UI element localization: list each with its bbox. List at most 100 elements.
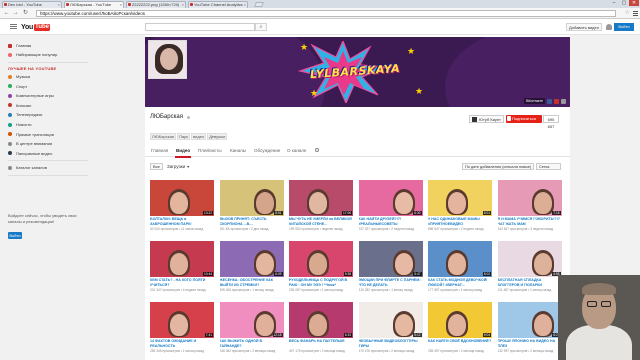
video-title-link[interactable]: НЕОБЫЧНЫЕ ВИДЕОБЛОГГЕРЫ ТИРЫ bbox=[359, 339, 423, 349]
video-card[interactable]: 8:02 КАК СТАТЬ МОДНОЙ ДЕВОЧКОЙ/ЛЮБОЙ? #ВЕ… bbox=[428, 241, 492, 297]
facebook-icon[interactable] bbox=[547, 98, 552, 104]
sidebar-item-sport[interactable]: Спорт bbox=[8, 83, 27, 90]
back-arrow-icon[interactable]: ← bbox=[3, 10, 10, 17]
sidebar-item-music[interactable]: Музыка bbox=[8, 73, 30, 80]
video-card[interactable]: 8:27 ПРОШУ ЯПОНИЮ НА ВИДЕО НА ПЛЕЗ 132 997… bbox=[497, 302, 562, 358]
channel-tag[interactable]: Парк bbox=[176, 133, 191, 140]
maximize-icon[interactable]: ▢ bbox=[619, 0, 629, 6]
uploads-dropdown[interactable]: Загрузки bbox=[167, 164, 189, 169]
video-thumbnail[interactable]: 13:22 bbox=[150, 180, 214, 216]
browser-menu-icon[interactable] bbox=[633, 11, 638, 16]
all-filter-button[interactable]: Все bbox=[150, 163, 163, 170]
sidebar-item-home[interactable]: Главная bbox=[8, 42, 31, 49]
banner-link-vk[interactable]: ВКонтакте bbox=[524, 98, 545, 104]
video-title-link[interactable]: ЭМОЦИИ ПРИ ФЛИРТЕ С ПАРНЕМ : ЧТО НЕ ДЕЛА… bbox=[359, 278, 423, 288]
video-title-link[interactable]: КАК НАЙТИ СВОЁ ВДОХНОВЕНИЕ? bbox=[428, 339, 492, 349]
sidebar-item-catalog[interactable]: Каталог каналов bbox=[8, 164, 47, 171]
tab-discussion[interactable]: Обсуждение bbox=[254, 148, 280, 153]
video-title-link[interactable]: ВЕСЬ ФАНАРЬ НА ПАУТЕЛЬКЕ bbox=[289, 339, 353, 349]
grid-view-select[interactable]: Сетка bbox=[536, 163, 561, 170]
close-window-icon[interactable]: ✕ bbox=[629, 0, 639, 6]
video-thumbnail[interactable]: 9:38 bbox=[289, 241, 353, 277]
sidebar-item-movies[interactable]: Кинозал bbox=[8, 102, 31, 109]
channel-avatar[interactable] bbox=[148, 40, 187, 79]
channel-tag[interactable]: ЛЮБарская bbox=[150, 133, 176, 140]
video-thumbnail[interactable]: 9:04 bbox=[428, 302, 492, 338]
add-video-button[interactable]: Добавить видео bbox=[566, 23, 602, 31]
browser-tab[interactable]: 22222222.png (1280×720) × bbox=[126, 1, 186, 8]
channel-tag[interactable]: Девушки bbox=[207, 133, 228, 140]
video-thumbnail[interactable]: 17:06 bbox=[289, 180, 353, 216]
tab-about[interactable]: О канале bbox=[287, 148, 306, 153]
video-card[interactable]: 6:33 ВЕСЬ ФАНАРЬ НА ПАУТЕЛЬКЕ 407 175 прос… bbox=[289, 302, 353, 358]
video-thumbnail[interactable]: 10:44 bbox=[150, 241, 214, 277]
channel-title[interactable]: ЛЮБарская bbox=[150, 114, 183, 120]
youtube-icon[interactable] bbox=[554, 98, 559, 104]
minimize-icon[interactable]: – bbox=[609, 0, 619, 6]
video-title-link[interactable]: 14 ФАКТОВ ОЖИДАНИЕ И РЕАЛЬНОСТЬ bbox=[150, 339, 214, 349]
video-title-link[interactable]: РУХОДЕЛЬНИЦА С ПОДРУГОЙ В РАЮ : ОН МУ ЭЭ… bbox=[289, 278, 353, 288]
address-bar[interactable]: https://www.youtube.com/user/ЛюБАйоРская… bbox=[36, 10, 616, 17]
video-title-link[interactable]: КАК НАЙТИ ДРУЗЕЙ?!?! #РЕАЛЬНЫЕСОВЕТЫ bbox=[359, 217, 423, 227]
video-card[interactable]: 9:38 РУХОДЕЛЬНИЦА С ПОДРУГОЙ В РАЮ : ОН М… bbox=[289, 241, 353, 297]
video-thumbnail[interactable]: 7:15 bbox=[497, 180, 562, 216]
video-card[interactable]: 13:22 БОЛТАЛКИ: ВЕЩЬ в ЗАБРОШЕННОМ ПАРК! 5… bbox=[150, 180, 214, 236]
video-thumbnail[interactable]: 5:01 bbox=[428, 180, 492, 216]
search-input[interactable] bbox=[145, 23, 255, 31]
tab-close-icon[interactable]: × bbox=[244, 2, 246, 7]
video-card[interactable]: 8:51 ВЫЗОВ ПРИНЯТ: СЪЕСТЬ СКОРПИОНА ...В.… bbox=[219, 180, 284, 236]
channel-search-icon[interactable] bbox=[315, 148, 319, 152]
video-thumbnail[interactable]: 6:30 bbox=[358, 180, 423, 216]
video-thumbnail[interactable]: 6:33 bbox=[289, 302, 353, 338]
video-card[interactable]: 10:44 КЕМ СТАТЬ? - НА КОГО ПОЙТИ УЧИТЬСЯ?… bbox=[150, 241, 214, 297]
browser-tab[interactable]: YouTube Channel Analytics × bbox=[188, 1, 248, 8]
video-title-link[interactable]: ВЫЗОВ ПРИНЯТ: СЪЕСТЬ СКОРПИОНА ...В.... bbox=[220, 217, 284, 227]
channel-tag[interactable]: видео bbox=[191, 133, 207, 140]
search-icon[interactable]: ⌕ bbox=[255, 23, 267, 31]
video-title-link[interactable]: КЕМ СТАТЬ? - НА КОГО ПОЙТИ УЧИТЬСЯ? bbox=[150, 278, 214, 288]
sidebar-item-news[interactable]: Новости bbox=[8, 121, 31, 128]
video-thumbnail[interactable]: 8:02 bbox=[428, 241, 492, 277]
video-thumbnail[interactable]: 5:12 bbox=[358, 302, 423, 338]
video-title-link[interactable]: БОЛТАЛКИ: ВЕЩЬ в ЗАБРОШЕННОМ ПАРК! bbox=[150, 217, 214, 227]
browser-tab[interactable]: ЛЮБарская - YouTube × bbox=[64, 1, 124, 8]
video-title-link[interactable]: Я И МАМА УЧИМСЯ ГОВОРИТЬ!?!?ЧАТ ЖАТЬ МАМ bbox=[498, 217, 562, 227]
video-card[interactable]: 9:04 КАК НАЙТИ СВОЁ ВДОХНОВЕНИЕ? 255 497 п… bbox=[428, 302, 492, 358]
video-card[interactable]: 4:55 БЕСПЛАТНАЯ СПЛАДКА БЛОГГЕРОВ И ГЮЛАР… bbox=[497, 241, 562, 297]
signin-button[interactable]: Войти bbox=[614, 23, 634, 31]
sidebar-item-spotlight[interactable]: В центре внимания bbox=[8, 140, 52, 147]
video-card[interactable]: 5:01 У НАС ОДИНАКОВЫЕ МАМЫ #ПРИЯТНОЕВИДЕО… bbox=[428, 180, 492, 236]
video-title-link[interactable]: БЕСПЛАТНАЯ СПЛАДКА БЛОГГЕРОВ И ГЮЛАРКИ bbox=[498, 278, 562, 288]
video-card[interactable]: 5:12 НЕОБЫЧНЫЕ ВИДЕОБЛОГГЕРЫ ТИРЫ 170 476 … bbox=[358, 302, 423, 358]
video-card[interactable]: 6:30 КАК НАЙТИ ДРУЗЕЙ?!?! #РЕАЛЬНЫЕСОВЕТЫ… bbox=[358, 180, 423, 236]
video-thumbnail[interactable]: 7:41 bbox=[150, 302, 214, 338]
video-card[interactable]: 6:09 ЖЕСЕНКА: ОБОСТРЕНИЕ КАК ВЫЙТИ ИЗ СТР… bbox=[219, 241, 284, 297]
link-icon[interactable] bbox=[561, 98, 566, 104]
forward-arrow-icon[interactable]: → bbox=[12, 10, 19, 17]
tab-close-icon[interactable]: × bbox=[120, 2, 122, 7]
notifications-bell-icon[interactable] bbox=[606, 24, 612, 30]
video-title-link[interactable]: У НАС ОДИНАКОВЫЕ МАМЫ #ПРИЯТНОЕВИДЕО bbox=[428, 217, 492, 227]
video-title-link[interactable]: КАК ВЫЖИТЬ ОДНОЙ В ТАЙНАНДЕ? bbox=[220, 339, 284, 349]
video-thumbnail[interactable]: 4:55 bbox=[497, 241, 562, 277]
tab-home[interactable]: Главная bbox=[151, 148, 168, 153]
sidebar-item-trending[interactable]: Набирающие популяр. bbox=[8, 51, 58, 58]
sidebar-item-tv[interactable]: Телепередачи bbox=[8, 111, 42, 118]
video-card[interactable]: 17:06 МЫ ЧУТЬ НЕ УМЕРЛИ на ВЕЛИКОЙ КИТАЙС… bbox=[289, 180, 353, 236]
video-thumbnail[interactable]: 6:09 bbox=[219, 241, 284, 277]
tab-close-icon[interactable]: × bbox=[58, 2, 60, 7]
video-title-link[interactable]: КАК СТАТЬ МОДНОЙ ДЕВОЧКОЙ/ЛЮБОЙ? #ВЕРНАТ… bbox=[428, 278, 492, 288]
subscribe-button[interactable]: Подписаться bbox=[506, 115, 542, 123]
tab-close-icon[interactable]: × bbox=[182, 2, 184, 7]
video-card[interactable]: 7:41 14 ФАКТОВ ОЖИДАНИЕ И РЕАЛЬНОСТЬ 255 3… bbox=[150, 302, 214, 358]
tab-videos[interactable]: Видео bbox=[174, 148, 192, 158]
new-tab-button[interactable] bbox=[254, 2, 264, 7]
video-thumbnail[interactable]: 8:51 bbox=[219, 180, 284, 216]
video-thumbnail[interactable]: 8:27 bbox=[497, 302, 562, 338]
sidebar-item-gaming[interactable]: Компьютерные игры bbox=[8, 92, 54, 99]
video-card[interactable]: 7:15 Я И МАМА УЧИМСЯ ГОВОРИТЬ!?!?ЧАТ ЖАТЬ… bbox=[497, 180, 562, 236]
sidebar-item-360[interactable]: Панорамные видео bbox=[8, 150, 52, 157]
video-card[interactable]: 12:18 КАК ВЫЖИТЬ ОДНОЙ В ТАЙНАНДЕ? 248 362… bbox=[219, 302, 284, 358]
youtube-logo[interactable]: You Tube bbox=[21, 23, 50, 31]
video-thumbnail[interactable]: 12:18 bbox=[219, 302, 284, 338]
